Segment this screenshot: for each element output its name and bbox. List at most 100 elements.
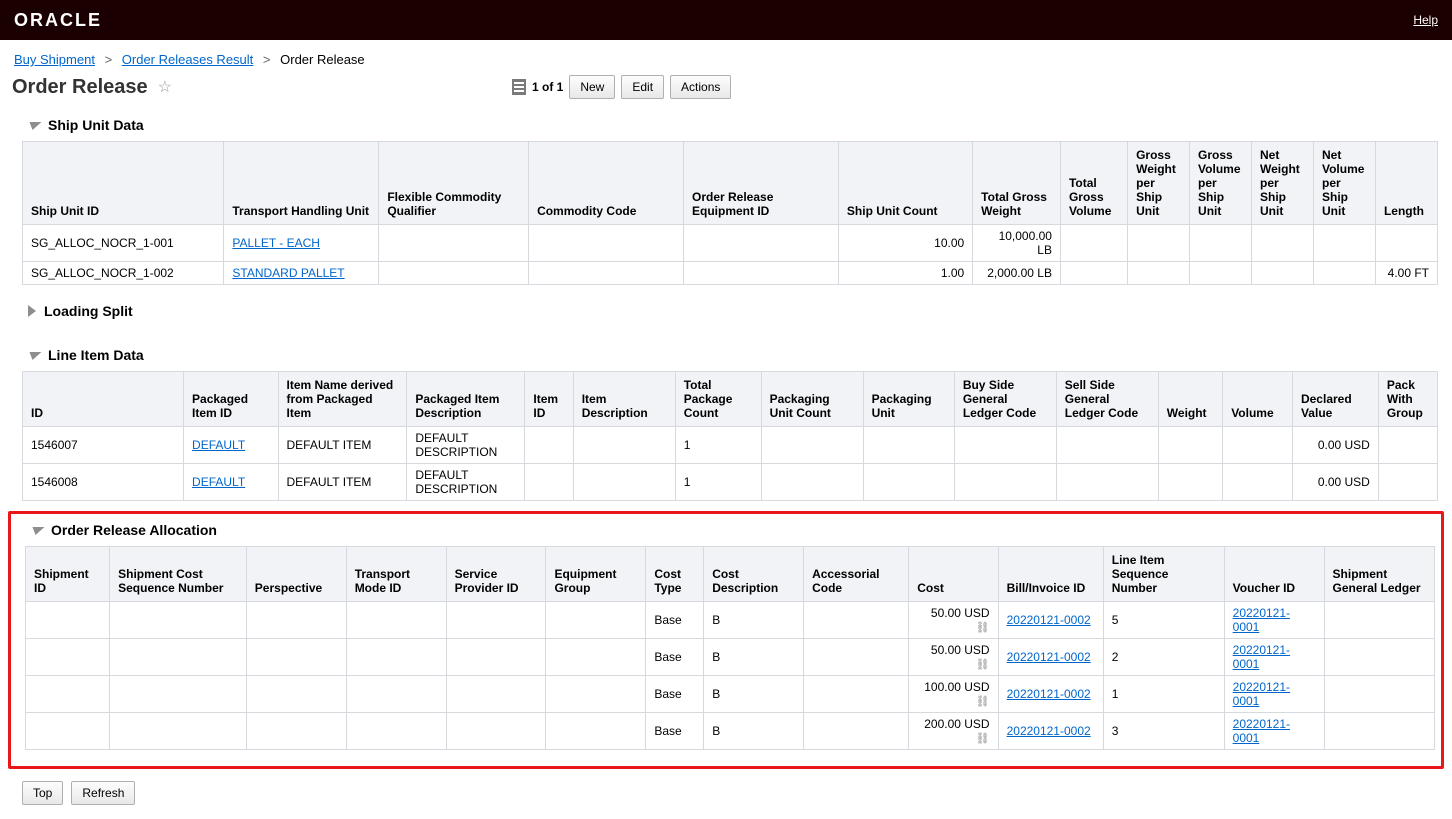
table-row[interactable]: 1546008DEFAULTDEFAULT ITEMDEFAULT DESCRI… [23, 464, 1438, 501]
section-ship-unit-data[interactable]: Ship Unit Data [0, 109, 1452, 141]
cell-liseq: 3 [1103, 713, 1224, 750]
cell-iname: DEFAULT ITEM [278, 427, 407, 464]
cell-sid [26, 676, 110, 713]
col-perspective: Perspective [246, 547, 346, 602]
cell-liseq: 1 [1103, 676, 1224, 713]
cell-scsn [110, 713, 247, 750]
cell-id: 1546008 [23, 464, 184, 501]
voucher-link[interactable]: 20220121-0001 [1233, 717, 1290, 745]
cell-iname: DEFAULT ITEM [278, 464, 407, 501]
cell-ctype: Base [646, 639, 704, 676]
col-item-id: Item ID [525, 372, 573, 427]
top-bar: ORACLE Help [0, 0, 1452, 40]
col-tmid: Transport Mode ID [346, 547, 446, 602]
bill-link[interactable]: 20220121-0002 [1007, 613, 1091, 627]
cell-sgl [1324, 676, 1434, 713]
col-scsn: Shipment Cost Sequence Number [110, 547, 247, 602]
favorite-star-icon[interactable]: ☆ [158, 77, 172, 97]
col-eg: Equipment Group [546, 547, 646, 602]
table-row[interactable]: 1546007DEFAULTDEFAULT ITEMDEFAULT DESCRI… [23, 427, 1438, 464]
refresh-button[interactable]: Refresh [71, 781, 135, 805]
cell-tmid [346, 639, 446, 676]
cell-tgv [1060, 225, 1127, 262]
cell-spid [446, 639, 546, 676]
link-icon[interactable]: ⛓ [976, 733, 990, 745]
cell-sid [26, 713, 110, 750]
list-view-icon[interactable] [512, 79, 526, 95]
breadcrumb-sep: > [263, 52, 271, 67]
cell-tgw: 2,000.00 LB [973, 262, 1061, 285]
new-button[interactable]: New [569, 75, 615, 99]
cell-pidesc: DEFAULT DESCRIPTION [407, 427, 525, 464]
col-puc: Packaging Unit Count [761, 372, 863, 427]
table-row[interactable]: SG_ALLOC_NOCR_1-002STANDARD PALLET1.002,… [23, 262, 1438, 285]
voucher-link[interactable]: 20220121-0001 [1233, 643, 1290, 671]
table-row[interactable]: BaseB50.00 USD⛓20220121-0002520220121-00… [26, 602, 1435, 639]
help-link[interactable]: Help [1413, 13, 1438, 27]
pitem-link[interactable]: DEFAULT [192, 438, 245, 452]
table-header-row: Shipment ID Shipment Cost Sequence Numbe… [26, 547, 1435, 602]
expand-icon [28, 305, 36, 317]
cell-length: 4.00 FT [1375, 262, 1437, 285]
section-order-release-allocation[interactable]: Order Release Allocation [11, 514, 1441, 546]
cell-nvpsu [1313, 225, 1375, 262]
col-gvpsu: Gross Volume per Ship Unit [1190, 142, 1252, 225]
col-cc: Commodity Code [529, 142, 684, 225]
thu-link[interactable]: STANDARD PALLET [232, 266, 344, 280]
top-button[interactable]: Top [22, 781, 63, 805]
table-row[interactable]: BaseB50.00 USD⛓20220121-0002220220121-00… [26, 639, 1435, 676]
table-row[interactable]: BaseB100.00 USD⛓20220121-0002120220121-0… [26, 676, 1435, 713]
section-loading-split[interactable]: Loading Split [0, 295, 1452, 327]
col-ore: Order Release Equipment ID [683, 142, 838, 225]
link-icon[interactable]: ⛓ [976, 659, 990, 671]
col-id: ID [23, 372, 184, 427]
cell-ac [804, 639, 909, 676]
thu-link[interactable]: PALLET - EACH [232, 236, 320, 250]
cell-persp [246, 713, 346, 750]
table-header-row: ID Packaged Item ID Item Name derived fr… [23, 372, 1438, 427]
section-line-item-data[interactable]: Line Item Data [0, 339, 1452, 371]
col-ship-unit-id: Ship Unit ID [23, 142, 224, 225]
voucher-link[interactable]: 20220121-0001 [1233, 606, 1290, 634]
cell-tgv [1060, 262, 1127, 285]
cell-ac [804, 676, 909, 713]
breadcrumb-order-releases-result[interactable]: Order Releases Result [122, 52, 254, 67]
col-tgv: Total Gross Volume [1060, 142, 1127, 225]
link-icon[interactable]: ⛓ [976, 696, 990, 708]
cell-nwpsu [1252, 262, 1314, 285]
cell-pu [863, 464, 954, 501]
page-title: Order Release [12, 76, 148, 99]
pitem-link[interactable]: DEFAULT [192, 475, 245, 489]
bill-link[interactable]: 20220121-0002 [1007, 650, 1091, 664]
breadcrumb-sep: > [105, 52, 113, 67]
breadcrumb-buy-shipment[interactable]: Buy Shipment [14, 52, 95, 67]
cell-ship-unit-id: SG_ALLOC_NOCR_1-001 [23, 225, 224, 262]
cell-puc [761, 427, 863, 464]
col-nvpsu: Net Volume per Ship Unit [1313, 142, 1375, 225]
cell-persp [246, 602, 346, 639]
bill-link[interactable]: 20220121-0002 [1007, 724, 1091, 738]
ship-unit-table: Ship Unit ID Transport Handling Unit Fle… [22, 141, 1438, 285]
cell-ctype: Base [646, 602, 704, 639]
cell-ore [683, 262, 838, 285]
cell-v [1223, 427, 1293, 464]
bill-link[interactable]: 20220121-0002 [1007, 687, 1091, 701]
cell-eg [546, 639, 646, 676]
cell-voucher: 20220121-0001 [1224, 602, 1324, 639]
edit-button[interactable]: Edit [621, 75, 664, 99]
table-row[interactable]: SG_ALLOC_NOCR_1-001PALLET - EACH10.0010,… [23, 225, 1438, 262]
pager-block: 1 of 1 New Edit Actions [512, 75, 731, 99]
voucher-link[interactable]: 20220121-0001 [1233, 680, 1290, 708]
actions-button[interactable]: Actions [670, 75, 731, 99]
col-bill-invoice: Bill/Invoice ID [998, 547, 1103, 602]
cell-spid [446, 676, 546, 713]
cell-cdesc: B [704, 602, 804, 639]
table-row[interactable]: BaseB200.00 USD⛓20220121-0002320220121-0… [26, 713, 1435, 750]
col-tgw: Total Gross Weight [973, 142, 1061, 225]
col-ssgl: Sell Side General Ledger Code [1056, 372, 1158, 427]
col-nwpsu: Net Weight per Ship Unit [1252, 142, 1314, 225]
cell-voucher: 20220121-0001 [1224, 676, 1324, 713]
cell-puc [761, 464, 863, 501]
col-gwpsu: Gross Weight per Ship Unit [1128, 142, 1190, 225]
link-icon[interactable]: ⛓ [976, 622, 990, 634]
